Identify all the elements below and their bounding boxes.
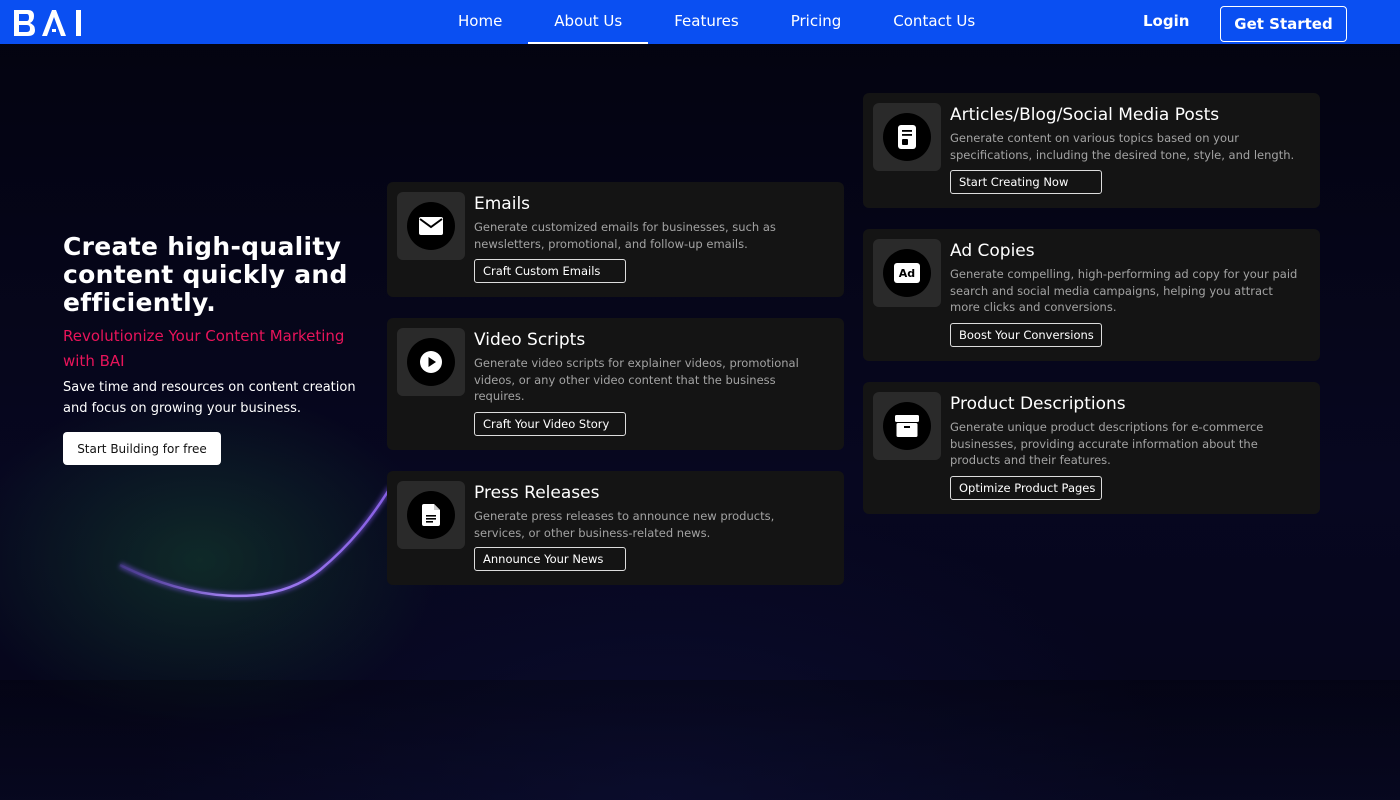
feature-card-press-releases: Press Releases Generate press releases t… [387, 471, 844, 585]
feature-card-articles: Articles/Blog/Social Media Posts Generat… [863, 93, 1320, 208]
start-creating-now-button[interactable]: Start Creating Now [950, 170, 1102, 194]
craft-custom-emails-button[interactable]: Craft Custom Emails [474, 259, 626, 283]
feature-card-video-scripts: Video Scripts Generate video scripts for… [387, 318, 844, 450]
icon-container [397, 192, 465, 260]
icon-container [397, 328, 465, 396]
nav-link-home[interactable]: Home [432, 0, 528, 44]
bai-logo-icon [14, 10, 81, 36]
card-title: Ad Copies [950, 241, 1035, 261]
icon-container [873, 103, 941, 171]
feature-card-product-descriptions: Product Descriptions Generate unique pro… [863, 382, 1320, 514]
document-icon [407, 491, 455, 539]
feature-card-ad-copies: Ad Ad Copies Generate compelling, high-p… [863, 229, 1320, 361]
start-building-button[interactable]: Start Building for free [63, 432, 221, 465]
card-title: Articles/Blog/Social Media Posts [950, 105, 1220, 125]
ad-icon: Ad [883, 249, 931, 297]
nav-link-about-us[interactable]: About Us [528, 0, 649, 44]
article-icon [883, 113, 931, 161]
card-description: Generate customized emails for businesse… [474, 220, 776, 251]
card-description: Generate video scripts for explainer vid… [474, 356, 799, 403]
card-description: Generate press releases to announce new … [474, 509, 775, 540]
nav-link-contact-us[interactable]: Contact Us [867, 0, 1001, 44]
boost-your-conversions-button[interactable]: Boost Your Conversions [950, 323, 1102, 347]
box-icon [883, 402, 931, 450]
top-navbar: Home About Us Features Pricing Contact U… [0, 0, 1400, 44]
feature-card-emails: Emails Generate customized emails for bu… [387, 182, 844, 297]
login-link[interactable]: Login [1143, 12, 1189, 30]
card-title: Emails [474, 194, 531, 214]
get-started-button[interactable]: Get Started [1220, 6, 1347, 42]
hero-subtitle: Revolutionize Your Content Marketing wit… [63, 327, 345, 370]
announce-your-news-button[interactable]: Announce Your News [474, 547, 626, 571]
card-title: Video Scripts [474, 330, 586, 350]
card-description: Generate compelling, high-performing ad … [950, 267, 1298, 314]
brand-logo[interactable] [12, 7, 88, 39]
play-icon [407, 338, 455, 386]
hero-description: Save time and resources on content creat… [63, 380, 356, 416]
card-description: Generate content on various topics based… [950, 131, 1295, 162]
ad-icon-label: Ad [894, 263, 920, 283]
card-title: Press Releases [474, 483, 600, 503]
icon-container [873, 392, 941, 460]
icon-container: Ad [873, 239, 941, 307]
nav-link-pricing[interactable]: Pricing [765, 0, 868, 44]
card-title: Product Descriptions [950, 394, 1126, 414]
envelope-icon [407, 202, 455, 250]
craft-your-video-story-button[interactable]: Craft Your Video Story [474, 412, 626, 436]
nav-link-features[interactable]: Features [648, 0, 765, 44]
card-description: Generate unique product descriptions for… [950, 420, 1264, 467]
icon-container [397, 481, 465, 549]
optimize-product-pages-button[interactable]: Optimize Product Pages [950, 476, 1102, 500]
hero-title: Create high-quality content quickly and … [63, 232, 348, 317]
main-nav: Home About Us Features Pricing Contact U… [432, 0, 1001, 44]
